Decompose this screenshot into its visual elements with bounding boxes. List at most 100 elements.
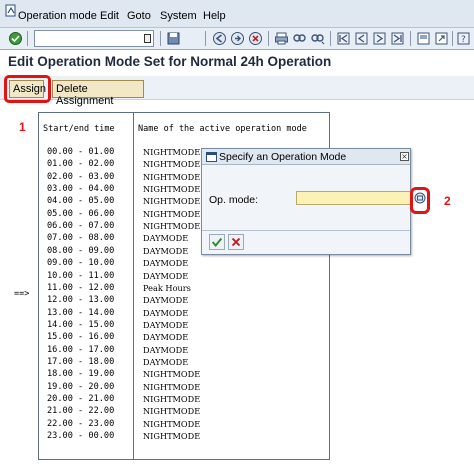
dialog-window-icon xyxy=(206,152,217,162)
toolbar-separator xyxy=(330,31,331,46)
row-mode[interactable]: NIGHTMODE xyxy=(143,369,200,379)
new-session-icon[interactable] xyxy=(416,31,431,46)
menu-system[interactable]: System xyxy=(160,10,197,22)
page-title: Edit Operation Mode Set for Normal 24h O… xyxy=(8,54,332,69)
row-time: 17.00 - 18.00 xyxy=(47,357,115,367)
row-mode[interactable]: DAYMODE xyxy=(143,271,188,281)
menu-edit[interactable]: Edit xyxy=(100,10,119,22)
row-mode[interactable]: NIGHTMODE xyxy=(143,394,200,404)
dialog-title: Specify an Operation Mode xyxy=(219,151,347,163)
toolbar-separator xyxy=(205,31,206,46)
row-mode[interactable]: NIGHTMODE xyxy=(143,382,200,392)
row-time: 13.00 - 14.00 xyxy=(47,308,115,318)
confirm-icon[interactable] xyxy=(209,234,225,250)
menu-goto[interactable]: Goto xyxy=(127,10,151,22)
row-time: 16.00 - 17.00 xyxy=(47,345,115,355)
help-icon[interactable]: ? xyxy=(456,31,471,46)
current-hour-marker: ==> xyxy=(14,289,30,299)
exit-icon[interactable] xyxy=(230,31,245,46)
row-mode[interactable]: DAYMODE xyxy=(143,320,188,330)
toolbar-separator xyxy=(27,31,28,46)
row-mode[interactable]: DAYMODE xyxy=(143,345,188,355)
enter-icon[interactable] xyxy=(8,31,23,46)
row-time: 05.00 - 06.00 xyxy=(47,209,115,219)
back-icon[interactable] xyxy=(212,31,227,46)
dialog-titlebar[interactable]: Specify an Operation Mode × xyxy=(202,149,410,165)
next-page-icon[interactable] xyxy=(372,31,387,46)
prev-page-icon[interactable] xyxy=(354,31,369,46)
specify-operation-mode-dialog: Specify an Operation Mode × Op. mode: xyxy=(201,148,411,255)
row-mode[interactable]: NIGHTMODE xyxy=(143,196,200,206)
row-mode[interactable]: NIGHTMODE xyxy=(143,431,200,441)
find-icon[interactable] xyxy=(292,31,307,46)
column-divider xyxy=(133,112,134,460)
row-mode[interactable]: NIGHTMODE xyxy=(143,184,200,194)
standard-toolbar: ? xyxy=(0,28,474,50)
row-time: 03.00 - 04.00 xyxy=(47,184,115,194)
row-time: 18.00 - 19.00 xyxy=(47,369,115,379)
row-mode[interactable]: NIGHTMODE xyxy=(143,147,200,157)
row-mode[interactable]: DAYMODE xyxy=(143,258,188,268)
row-time: 21.00 - 22.00 xyxy=(47,406,115,416)
shortcut-icon[interactable] xyxy=(434,31,449,46)
header-operation-mode: Name of the active operation mode xyxy=(138,124,307,134)
row-time: 09.00 - 10.00 xyxy=(47,258,115,268)
row-time: 23.00 - 00.00 xyxy=(47,431,115,441)
toolbar-separator xyxy=(410,31,411,46)
menu-bar: Operation mode Edit Goto System Help xyxy=(0,0,474,28)
row-time: 20.00 - 21.00 xyxy=(47,394,115,404)
step-1-label: 1 xyxy=(19,120,26,134)
row-time: 02.00 - 03.00 xyxy=(47,172,115,182)
row-time: 11.00 - 12.00 xyxy=(47,283,115,293)
command-field[interactable] xyxy=(34,30,154,47)
row-time: 00.00 - 01.00 xyxy=(47,147,115,157)
find-next-icon[interactable] xyxy=(310,31,325,46)
first-page-icon[interactable] xyxy=(336,31,351,46)
header-start-end-time: Start/end time xyxy=(43,124,115,134)
row-time: 22.00 - 23.00 xyxy=(47,419,115,429)
cancel-icon[interactable] xyxy=(248,31,263,46)
row-time: 14.00 - 15.00 xyxy=(47,320,115,330)
last-page-icon[interactable] xyxy=(390,31,405,46)
highlight-assign-marker xyxy=(4,75,51,103)
cancel-dialog-icon[interactable] xyxy=(228,234,244,250)
toolbar-separator xyxy=(268,31,269,46)
row-mode[interactable]: DAYMODE xyxy=(143,233,188,243)
row-mode[interactable]: Peak Hours xyxy=(143,283,191,293)
toolbar-separator xyxy=(452,31,453,46)
dialog-close-icon[interactable]: × xyxy=(400,152,409,161)
row-mode[interactable]: DAYMODE xyxy=(143,246,188,256)
row-mode[interactable]: NIGHTMODE xyxy=(143,172,200,182)
menu-help[interactable]: Help xyxy=(203,10,226,22)
command-dropdown-icon[interactable] xyxy=(144,34,151,43)
row-time: 12.00 - 13.00 xyxy=(47,295,115,305)
op-mode-input[interactable] xyxy=(296,191,411,205)
save-icon[interactable] xyxy=(166,31,181,46)
row-mode[interactable]: NIGHTMODE xyxy=(143,406,200,416)
row-mode[interactable]: NIGHTMODE xyxy=(143,419,200,429)
svg-text:?: ? xyxy=(461,35,466,45)
row-time: 15.00 - 16.00 xyxy=(47,332,115,342)
row-mode[interactable]: DAYMODE xyxy=(143,295,188,305)
menu-operation-mode[interactable]: Operation mode xyxy=(18,10,97,22)
sap-menu-icon[interactable] xyxy=(3,0,19,22)
application-toolbar: Assign Delete Assignment xyxy=(0,76,474,107)
op-mode-label: Op. mode: xyxy=(209,194,259,206)
delete-assignment-button[interactable]: Delete Assignment xyxy=(52,80,144,107)
row-mode[interactable]: DAYMODE xyxy=(143,332,188,342)
row-time: 07.00 - 08.00 xyxy=(47,233,115,243)
row-mode[interactable]: NIGHTMODE xyxy=(143,159,200,169)
print-icon[interactable] xyxy=(274,31,289,46)
row-time: 08.00 - 09.00 xyxy=(47,246,115,256)
row-time: 06.00 - 07.00 xyxy=(47,221,115,231)
row-time: 01.00 - 02.00 xyxy=(47,159,115,169)
value-help-icon[interactable] xyxy=(414,192,426,204)
row-mode[interactable]: NIGHTMODE xyxy=(143,221,200,231)
step-2-label: 2 xyxy=(444,194,451,208)
row-mode[interactable]: DAYMODE xyxy=(143,357,188,367)
row-mode[interactable]: DAYMODE xyxy=(143,308,188,318)
row-time: 04.00 - 05.00 xyxy=(47,196,115,206)
toolbar-separator xyxy=(160,31,161,46)
row-mode[interactable]: NIGHTMODE xyxy=(143,209,200,219)
dialog-separator xyxy=(202,230,410,231)
